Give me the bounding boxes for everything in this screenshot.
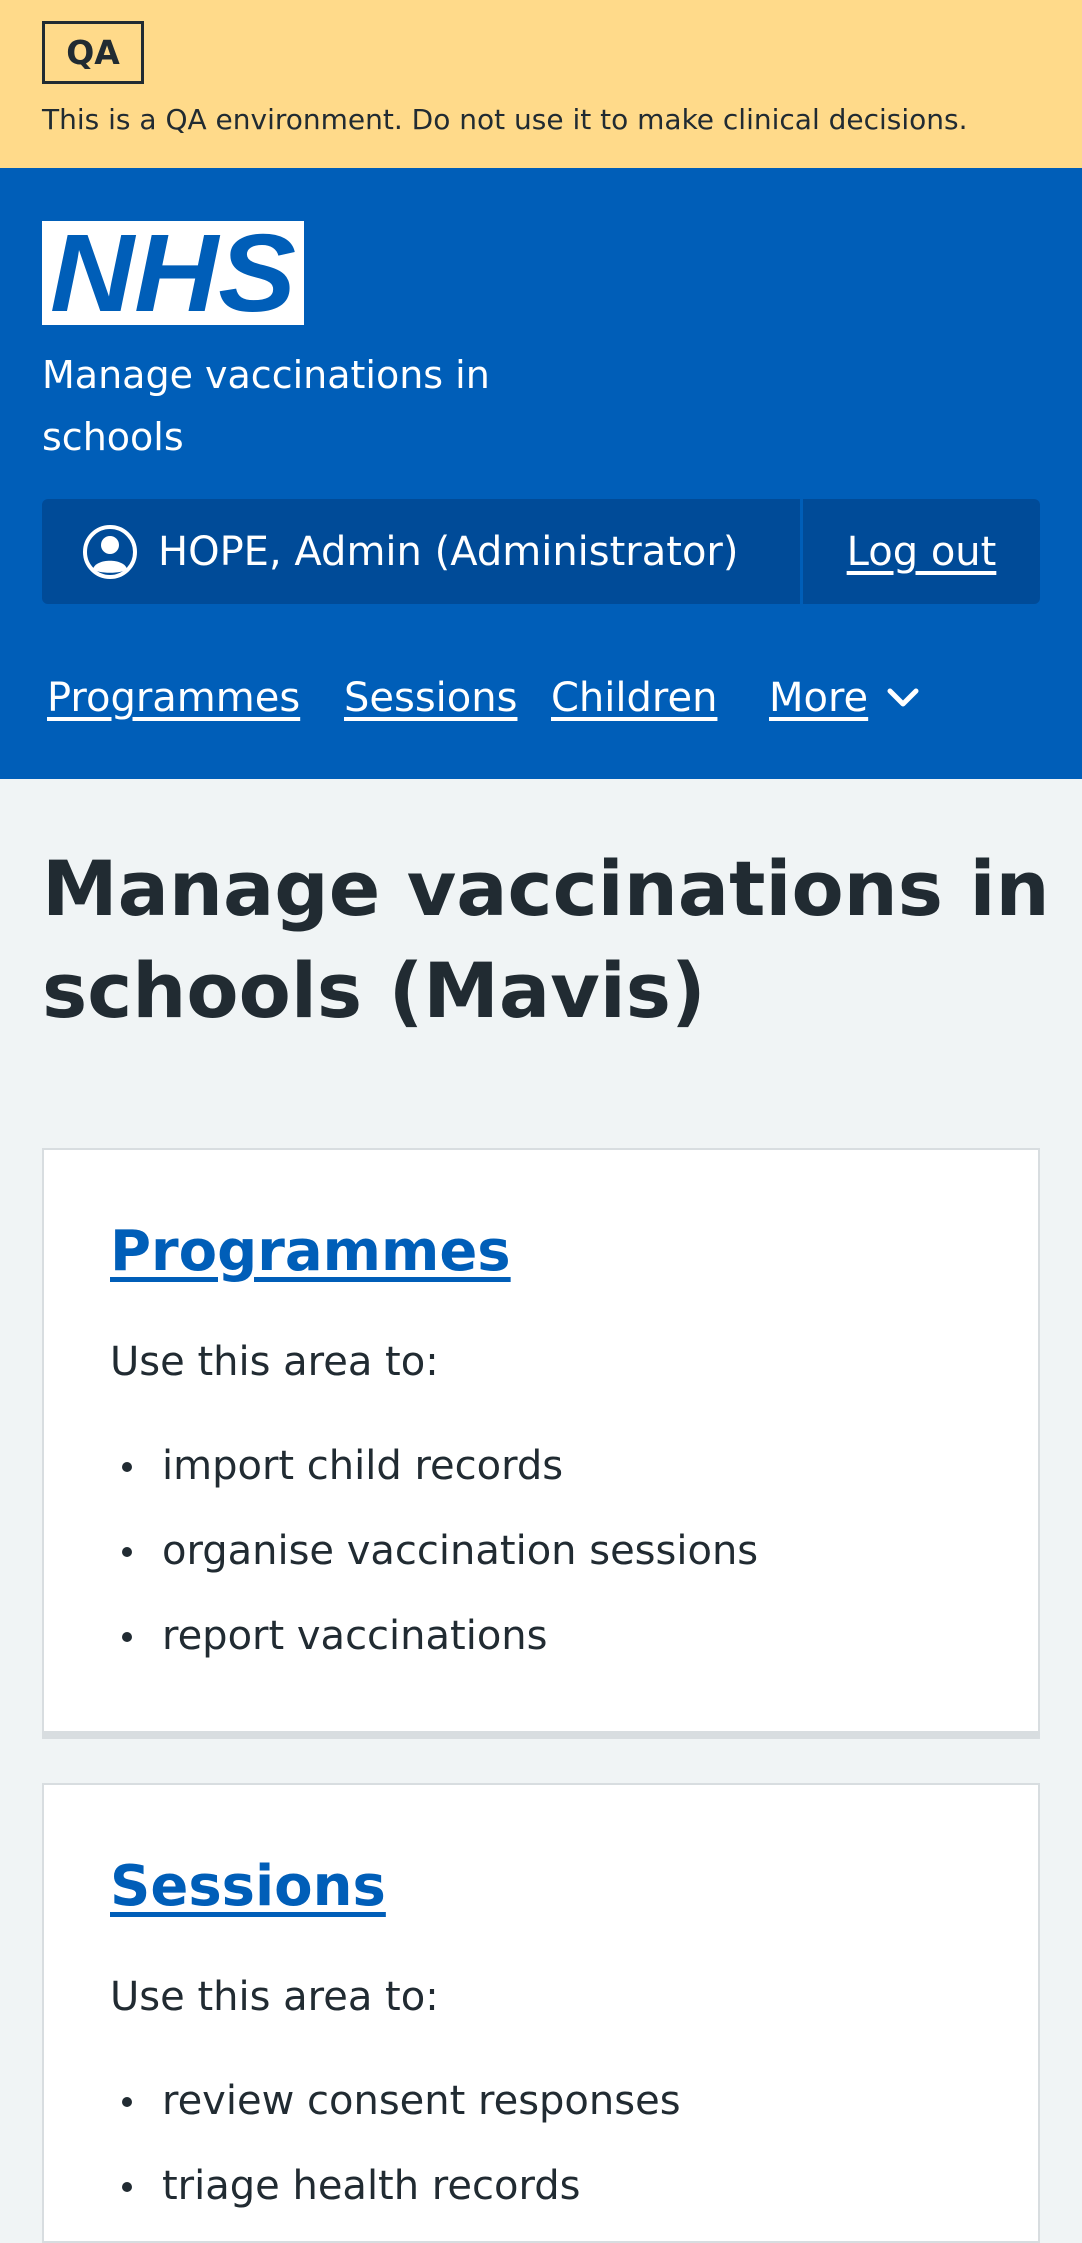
nav-more-label: More <box>769 675 869 721</box>
nhs-logo-text: NHS <box>50 221 296 325</box>
card-intro-text: Use this area to: <box>110 1339 439 1385</box>
account-user-name: HOPE, Admin (Administrator) <box>158 528 739 575</box>
sessions-card: Sessions Use this area to: review consen… <box>42 1783 1040 2243</box>
nav-item-children[interactable]: Children <box>551 658 717 738</box>
log-out-link[interactable]: Log out <box>803 499 1040 604</box>
nav-item-sessions[interactable]: Sessions <box>344 658 517 738</box>
card-feature-list: review consent responses triage health r… <box>110 2073 681 2243</box>
list-item: review consent responses <box>110 2073 681 2158</box>
programmes-card-link[interactable]: Programmes <box>110 1216 511 1288</box>
nhs-logo[interactable]: NHS <box>42 221 304 325</box>
card-intro-text: Use this area to: <box>110 1974 439 2020</box>
qa-environment-banner: QA This is a QA environment. Do not use … <box>0 0 1082 168</box>
site-header: NHS Manage vaccinations in schools HOPE,… <box>0 168 1082 779</box>
primary-navigation: Programmes Sessions Children More <box>0 658 1082 738</box>
list-item: report vaccinations <box>110 1608 758 1693</box>
user-circle-icon <box>83 524 137 579</box>
nav-item-more[interactable]: More <box>769 658 920 738</box>
page-title: Manage vaccinations in schools (Mavis) <box>42 844 1050 1035</box>
service-name[interactable]: Manage vaccinations in schools <box>42 344 602 468</box>
programmes-card: Programmes Use this area to: import chil… <box>42 1148 1040 1739</box>
chevron-down-icon <box>887 688 919 707</box>
list-item: import child records <box>110 1438 758 1523</box>
account-user: HOPE, Admin (Administrator) <box>42 499 800 604</box>
card-feature-list: import child records organise vaccinatio… <box>110 1438 758 1693</box>
list-item: triage health records <box>110 2158 681 2243</box>
sessions-card-link[interactable]: Sessions <box>110 1851 386 1923</box>
list-item: organise vaccination sessions <box>110 1523 758 1608</box>
qa-tag: QA <box>42 21 144 84</box>
qa-warning-text: This is a QA environment. Do not use it … <box>42 103 968 136</box>
account-bar: HOPE, Admin (Administrator) Log out <box>42 499 1040 604</box>
nav-item-programmes[interactable]: Programmes <box>47 658 300 738</box>
